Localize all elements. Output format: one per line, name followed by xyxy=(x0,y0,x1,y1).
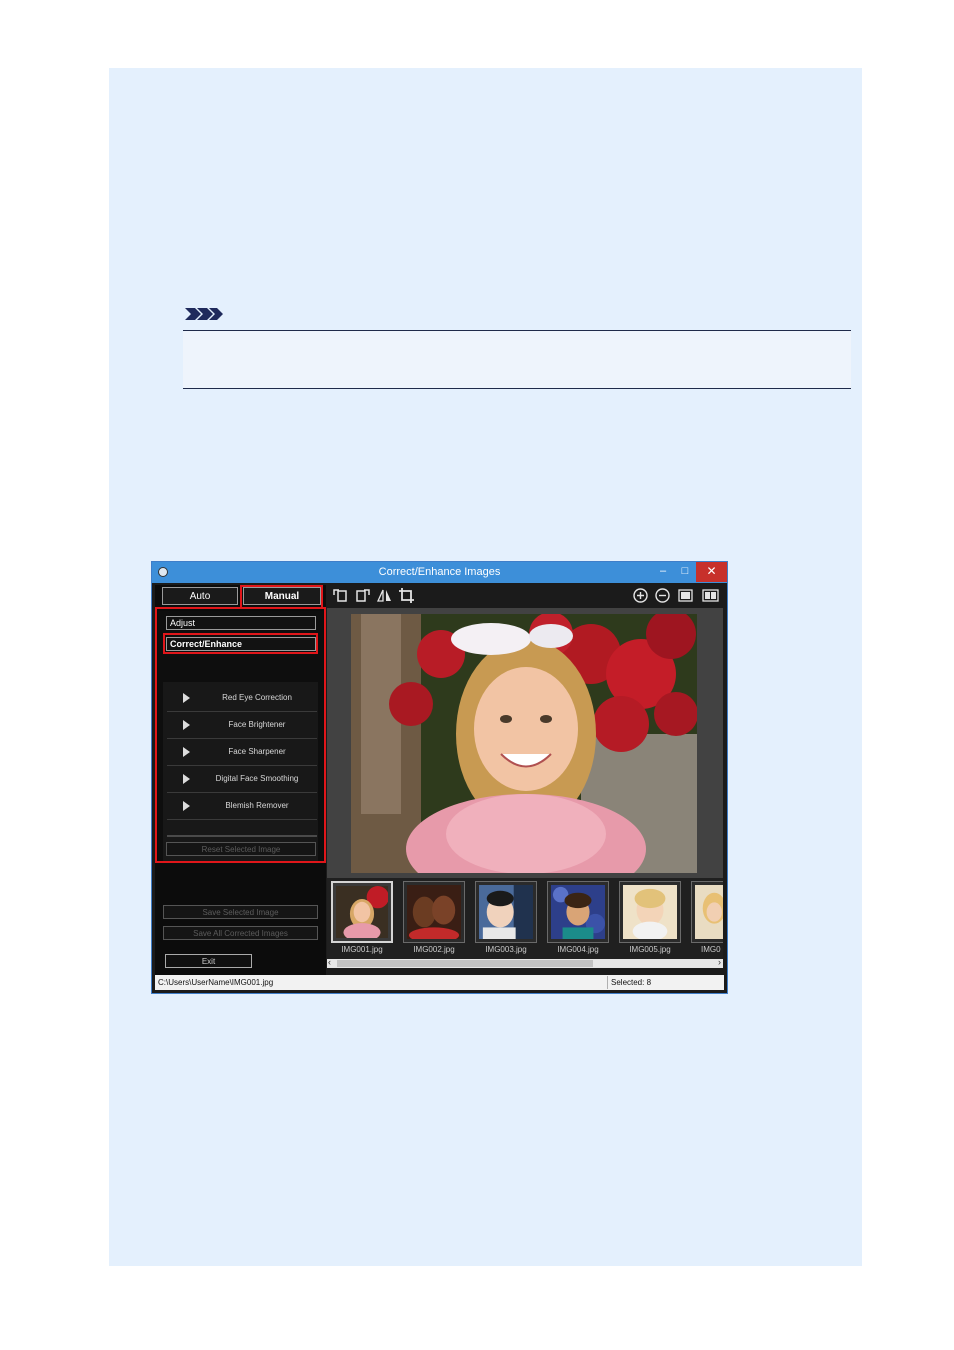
thumbnail-image xyxy=(551,885,605,939)
note-box xyxy=(183,330,851,389)
thumbnail-label: IMG005.jpg xyxy=(629,945,671,954)
exit-button[interactable]: Exit xyxy=(165,954,252,968)
image-toolbar xyxy=(327,584,726,608)
preview-photo[interactable] xyxy=(351,614,697,873)
status-bar: C:\Users\UserName\IMG001.jpg Selected: 8 xyxy=(155,975,724,990)
scrollbar-thumb[interactable] xyxy=(337,960,593,967)
thumbnail-img001[interactable] xyxy=(331,881,393,943)
thumbnail-img002[interactable] xyxy=(403,881,465,943)
compare-view-icon[interactable] xyxy=(702,587,719,604)
thumbnail-image xyxy=(623,885,677,939)
thumbnail-image xyxy=(695,885,723,940)
status-selected-count: Selected: 8 xyxy=(611,978,652,987)
thumbnail-label: IMG003.jpg xyxy=(485,945,527,954)
thumbnail-label: IMG002.jpg xyxy=(413,945,455,954)
minimize-button[interactable]: – xyxy=(652,562,674,582)
thumbnail-img005[interactable] xyxy=(619,881,681,943)
close-button[interactable]: ✕ xyxy=(696,562,727,582)
left-panel: Auto Manual Adjust Correct/Enhance Red E… xyxy=(155,585,326,975)
maximize-button[interactable]: □ xyxy=(674,562,696,582)
save-selected-image-button[interactable]: Save Selected Image xyxy=(163,905,318,919)
thumbnail-img006[interactable] xyxy=(691,881,723,943)
thumbnail-label: IMG004.jpg xyxy=(557,945,599,954)
thumbnail-image xyxy=(479,885,533,939)
window-title: Correct/Enhance Images xyxy=(378,566,501,578)
image-preview-area xyxy=(327,608,723,878)
thumbnail-img003[interactable] xyxy=(475,881,537,943)
zoom-out-icon[interactable] xyxy=(654,587,671,604)
rotate-left-icon[interactable] xyxy=(332,587,349,604)
rotate-right-icon[interactable] xyxy=(354,587,371,604)
thumbnail-scrollbar[interactable]: ‹ › xyxy=(327,957,723,968)
scroll-right-icon[interactable]: › xyxy=(718,957,721,967)
whole-image-view-icon[interactable] xyxy=(677,587,694,604)
thumbnail-image xyxy=(407,885,461,939)
save-all-corrected-images-button[interactable]: Save All Corrected Images xyxy=(163,926,318,940)
manual-tab-highlight xyxy=(240,585,323,609)
crop-icon[interactable] xyxy=(398,587,415,604)
tab-auto[interactable]: Auto xyxy=(162,587,238,605)
status-separator xyxy=(607,976,608,989)
note-chevrons-icon xyxy=(185,308,223,320)
thumbnail-label: IMG001.jpg xyxy=(341,945,383,954)
thumbnail-image xyxy=(336,886,388,938)
zoom-in-icon[interactable] xyxy=(632,587,649,604)
scroll-left-icon[interactable]: ‹ xyxy=(328,957,331,967)
thumbnail-strip: IMG001.jpg IMG002.jpg IMG003.jpg IMG004.… xyxy=(327,878,723,968)
correct-enhance-window: Correct/Enhance Images – □ ✕ Auto Manual… xyxy=(151,561,728,994)
flip-horizontal-icon[interactable] xyxy=(376,587,393,604)
title-bar: Correct/Enhance Images – □ ✕ xyxy=(152,562,727,583)
manual-panel-highlight xyxy=(155,607,326,863)
thumbnail-img004[interactable] xyxy=(547,881,609,943)
status-file-path: C:\Users\UserName\IMG001.jpg xyxy=(158,978,274,987)
thumbnail-label: IMG0 xyxy=(701,945,721,954)
